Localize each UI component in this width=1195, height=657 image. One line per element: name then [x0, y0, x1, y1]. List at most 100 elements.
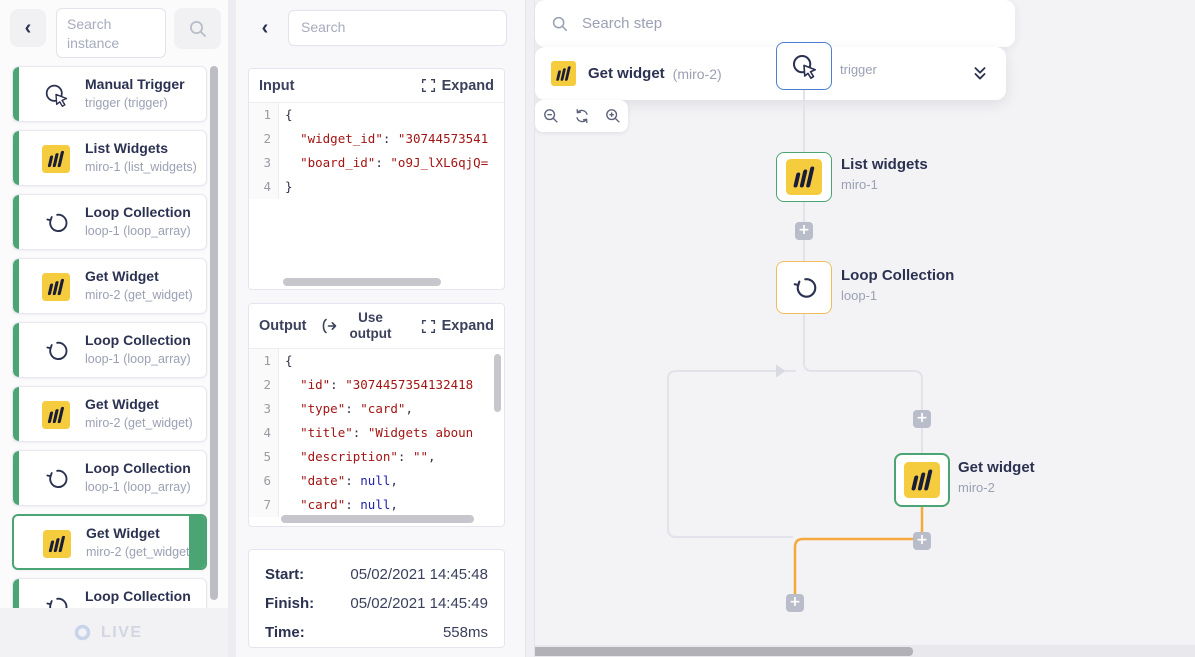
step-title: Get Widget — [85, 268, 159, 284]
stat-value: 558ms — [443, 624, 488, 641]
input-expand-button[interactable]: Expand — [421, 78, 494, 94]
canvas-hscrollbar[interactable] — [535, 645, 1195, 657]
export-output-icon — [319, 317, 337, 335]
step-title: Get Widget — [85, 396, 159, 412]
trigger-node[interactable] — [776, 42, 832, 90]
code-text: "description": "", — [279, 445, 436, 469]
list-widgets-node-label: List widgets miro-1 — [841, 156, 928, 192]
step-title: List Widgets — [85, 140, 168, 156]
manual-trigger-icon — [789, 51, 819, 81]
inspector-search-input[interactable]: Search — [288, 10, 507, 46]
sidebar-divider — [228, 0, 236, 657]
workflow-step-item[interactable]: List Widgets miro-1 (list_widgets) — [12, 130, 207, 186]
input-panel-title: Input — [259, 78, 294, 94]
sidebar-scrollbar[interactable] — [210, 66, 218, 600]
step-title: Loop Collection — [85, 588, 191, 604]
workflow-step-item[interactable]: Loop Collectionloop-1 (loop_array) — [12, 194, 207, 250]
inspector-back-button[interactable]: ‹ — [254, 16, 276, 40]
stat-row: Finish:05/02/2021 14:45:49 — [265, 591, 488, 616]
loop-icon — [789, 273, 819, 303]
step-subtitle: miro-1 (list_widgets) — [85, 160, 197, 174]
code-text: "board_id": "o9J_lXL6qjQ= — [279, 151, 488, 175]
expand-icon — [421, 319, 436, 334]
code-line: 7 "card": null, — [249, 493, 504, 517]
stat-label: Finish: — [265, 595, 314, 612]
input-panel: Input Expand 1{2 "widget_id": "307445735… — [248, 68, 505, 290]
code-text: "widget_id": "30744573541 — [279, 127, 488, 151]
get-widget-node[interactable] — [894, 453, 950, 507]
stat-row: Start: 05/02/2021 14:45:48 — [265, 562, 488, 587]
step-subtitle: trigger (trigger) — [85, 96, 168, 110]
workflow-step-item[interactable]: Get Widget miro-2 (get_widget) — [12, 258, 207, 314]
line-number: 2 — [249, 373, 279, 397]
step-subtitle: loop-1 (loop_array) — [85, 480, 191, 494]
line-number: 3 — [249, 397, 279, 421]
trigger-node-label: trigger — [840, 62, 877, 77]
add-step-button[interactable]: + — [913, 532, 931, 550]
chevron-left-icon: ‹ — [25, 18, 32, 38]
line-number: 2 — [249, 127, 279, 151]
output-panel-header: Output Use output Expand — [249, 304, 504, 349]
live-label: LIVE — [101, 624, 143, 642]
list-widgets-node[interactable] — [776, 152, 832, 202]
stat-row: Time: 558ms — [265, 620, 488, 645]
workflow-step-item[interactable]: Manual Trigger trigger (trigger) — [12, 66, 207, 122]
step-title: Loop Collection — [85, 332, 191, 348]
code-text: } — [279, 175, 293, 199]
use-output-label: Use output — [344, 310, 398, 342]
output-code-editor[interactable]: 1{2 "id": "30744573541324183 "type": "ca… — [249, 349, 504, 517]
stat-label: Start: — [265, 566, 304, 583]
step-subtitle: miro-2 (get_widget) — [85, 416, 193, 430]
stat-value: 05/02/2021 14:45:48 — [350, 566, 488, 583]
step-title: Manual Trigger — [85, 76, 185, 92]
live-toggle[interactable]: LIVE — [0, 608, 228, 657]
line-number: 3 — [249, 151, 279, 175]
step-subtitle: loop-1 (loop_array) — [85, 352, 191, 366]
line-number: 5 — [249, 445, 279, 469]
workflow-canvas[interactable]: trigger List widgets miro-1 Loop Collect… — [535, 0, 1195, 657]
output-vscrollbar-thumb[interactable] — [494, 354, 501, 412]
workflow-step-item[interactable]: Loop Collection loop-1 (loop_array) — [12, 450, 207, 506]
step-inspector-panel: ‹ Search Input Expand 1{2 "widget_id": "… — [236, 0, 525, 657]
scrollbar-thumb[interactable] — [210, 66, 218, 600]
search-icon — [188, 19, 208, 39]
stat-label: Time: — [265, 624, 305, 641]
add-step-button[interactable]: + — [795, 222, 813, 240]
step-status-accent — [13, 387, 19, 441]
add-step-button[interactable]: + — [786, 594, 804, 612]
step-status-accent — [13, 131, 19, 185]
use-output-button[interactable]: Use output — [319, 310, 398, 342]
canvas-hscrollbar-thumb[interactable] — [535, 647, 913, 656]
step-subtitle: loop-1 (loop_array) — [85, 224, 191, 238]
line-number: 7 — [249, 493, 279, 517]
live-status-icon — [74, 624, 91, 641]
step-status-accent — [13, 259, 19, 313]
miro-icon — [42, 401, 70, 429]
step-subtitle: miro-2 (get_widget) — [85, 288, 193, 302]
loop-collection-node[interactable] — [776, 261, 832, 314]
code-line: 1{ — [249, 349, 504, 373]
output-expand-button[interactable]: Expand — [421, 318, 494, 334]
step-title: Loop Collection — [85, 460, 191, 476]
code-line: 2 "widget_id": "30744573541 — [249, 127, 504, 151]
input-code-editor[interactable]: 1{2 "widget_id": "307445735413 "board_id… — [249, 103, 504, 280]
code-line: 5 "description": "", — [249, 445, 504, 469]
add-step-button[interactable]: + — [913, 410, 931, 428]
sidebar-back-button[interactable]: ‹ — [10, 9, 46, 47]
workflow-step-item[interactable]: Get Widgetmiro-2 (get_widget) — [12, 514, 207, 570]
output-panel-title: Output — [259, 318, 307, 334]
code-text: "id": "3074457354132418 — [279, 373, 473, 397]
search-button[interactable] — [174, 8, 221, 49]
step-status-accent — [13, 67, 19, 121]
panel-divider — [525, 0, 535, 657]
workflow-step-item[interactable]: Get Widget miro-2 (get_widget) — [12, 386, 207, 442]
search-instance-input[interactable]: Search instance — [56, 8, 166, 58]
code-text: "card": null, — [279, 493, 398, 517]
code-text: "title": "Widgets aboun — [279, 421, 473, 445]
line-number: 1 — [249, 103, 279, 127]
execution-stats-panel: Start: 05/02/2021 14:45:48 Finish:05/02/20… — [248, 549, 505, 648]
miro-icon — [42, 145, 70, 173]
input-hscrollbar-thumb[interactable] — [283, 278, 441, 286]
workflow-step-item[interactable]: Loop Collection loop-1 (loop_array) — [12, 322, 207, 378]
output-hscrollbar-thumb[interactable] — [281, 515, 474, 523]
